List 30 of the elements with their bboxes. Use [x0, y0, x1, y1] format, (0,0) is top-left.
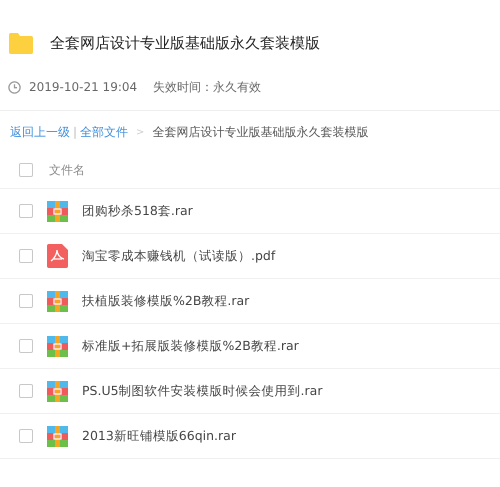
archive-icon — [47, 336, 68, 356]
pdf-icon — [47, 244, 68, 268]
all-files-link[interactable]: 全部文件 — [80, 123, 128, 141]
file-checkbox[interactable] — [19, 339, 33, 353]
file-name[interactable]: 淘宝零成本赚钱机（试读版）.pdf — [82, 246, 276, 266]
file-checkbox[interactable] — [19, 249, 33, 263]
file-checkbox[interactable] — [19, 429, 33, 443]
file-checkbox[interactable] — [19, 384, 33, 398]
archive-icon — [47, 290, 68, 312]
file-name[interactable]: 标准版+拓展版装修模版%2B教程.rar — [82, 336, 299, 356]
archive-icon — [47, 200, 68, 222]
back-link[interactable]: 返回上一级 — [10, 123, 70, 141]
column-header: 文件名 — [49, 162, 85, 178]
folder-icon — [8, 32, 34, 54]
upload-time: 2019-10-21 19:04 — [29, 79, 138, 96]
expiry-text: 失效时间：永久有效 — [153, 79, 262, 96]
file-name[interactable]: 扶植版装修模版%2B教程.rar — [82, 292, 250, 310]
current-folder: 全套网店设计专业版基础版永久套装模版 — [152, 124, 368, 141]
archive-icon — [47, 426, 68, 446]
select-all-checkbox[interactable] — [19, 162, 33, 176]
archive-icon — [47, 380, 68, 402]
clock-icon — [8, 80, 21, 94]
file-checkbox[interactable] — [19, 294, 33, 308]
breadcrumb-arrow: > — [136, 126, 144, 140]
file-name[interactable]: 团购秒杀518套.rar — [82, 202, 193, 220]
folder-title: 全套网店设计专业版基础版永久套装模版 — [50, 32, 320, 54]
file-checkbox[interactable] — [19, 204, 33, 218]
file-name[interactable]: PS.U5制图软件安装模版时候会使用到.rar — [82, 382, 322, 400]
separator: | — [73, 124, 78, 141]
file-name[interactable]: 2013新旺铺模版66qin.rar — [82, 426, 236, 446]
